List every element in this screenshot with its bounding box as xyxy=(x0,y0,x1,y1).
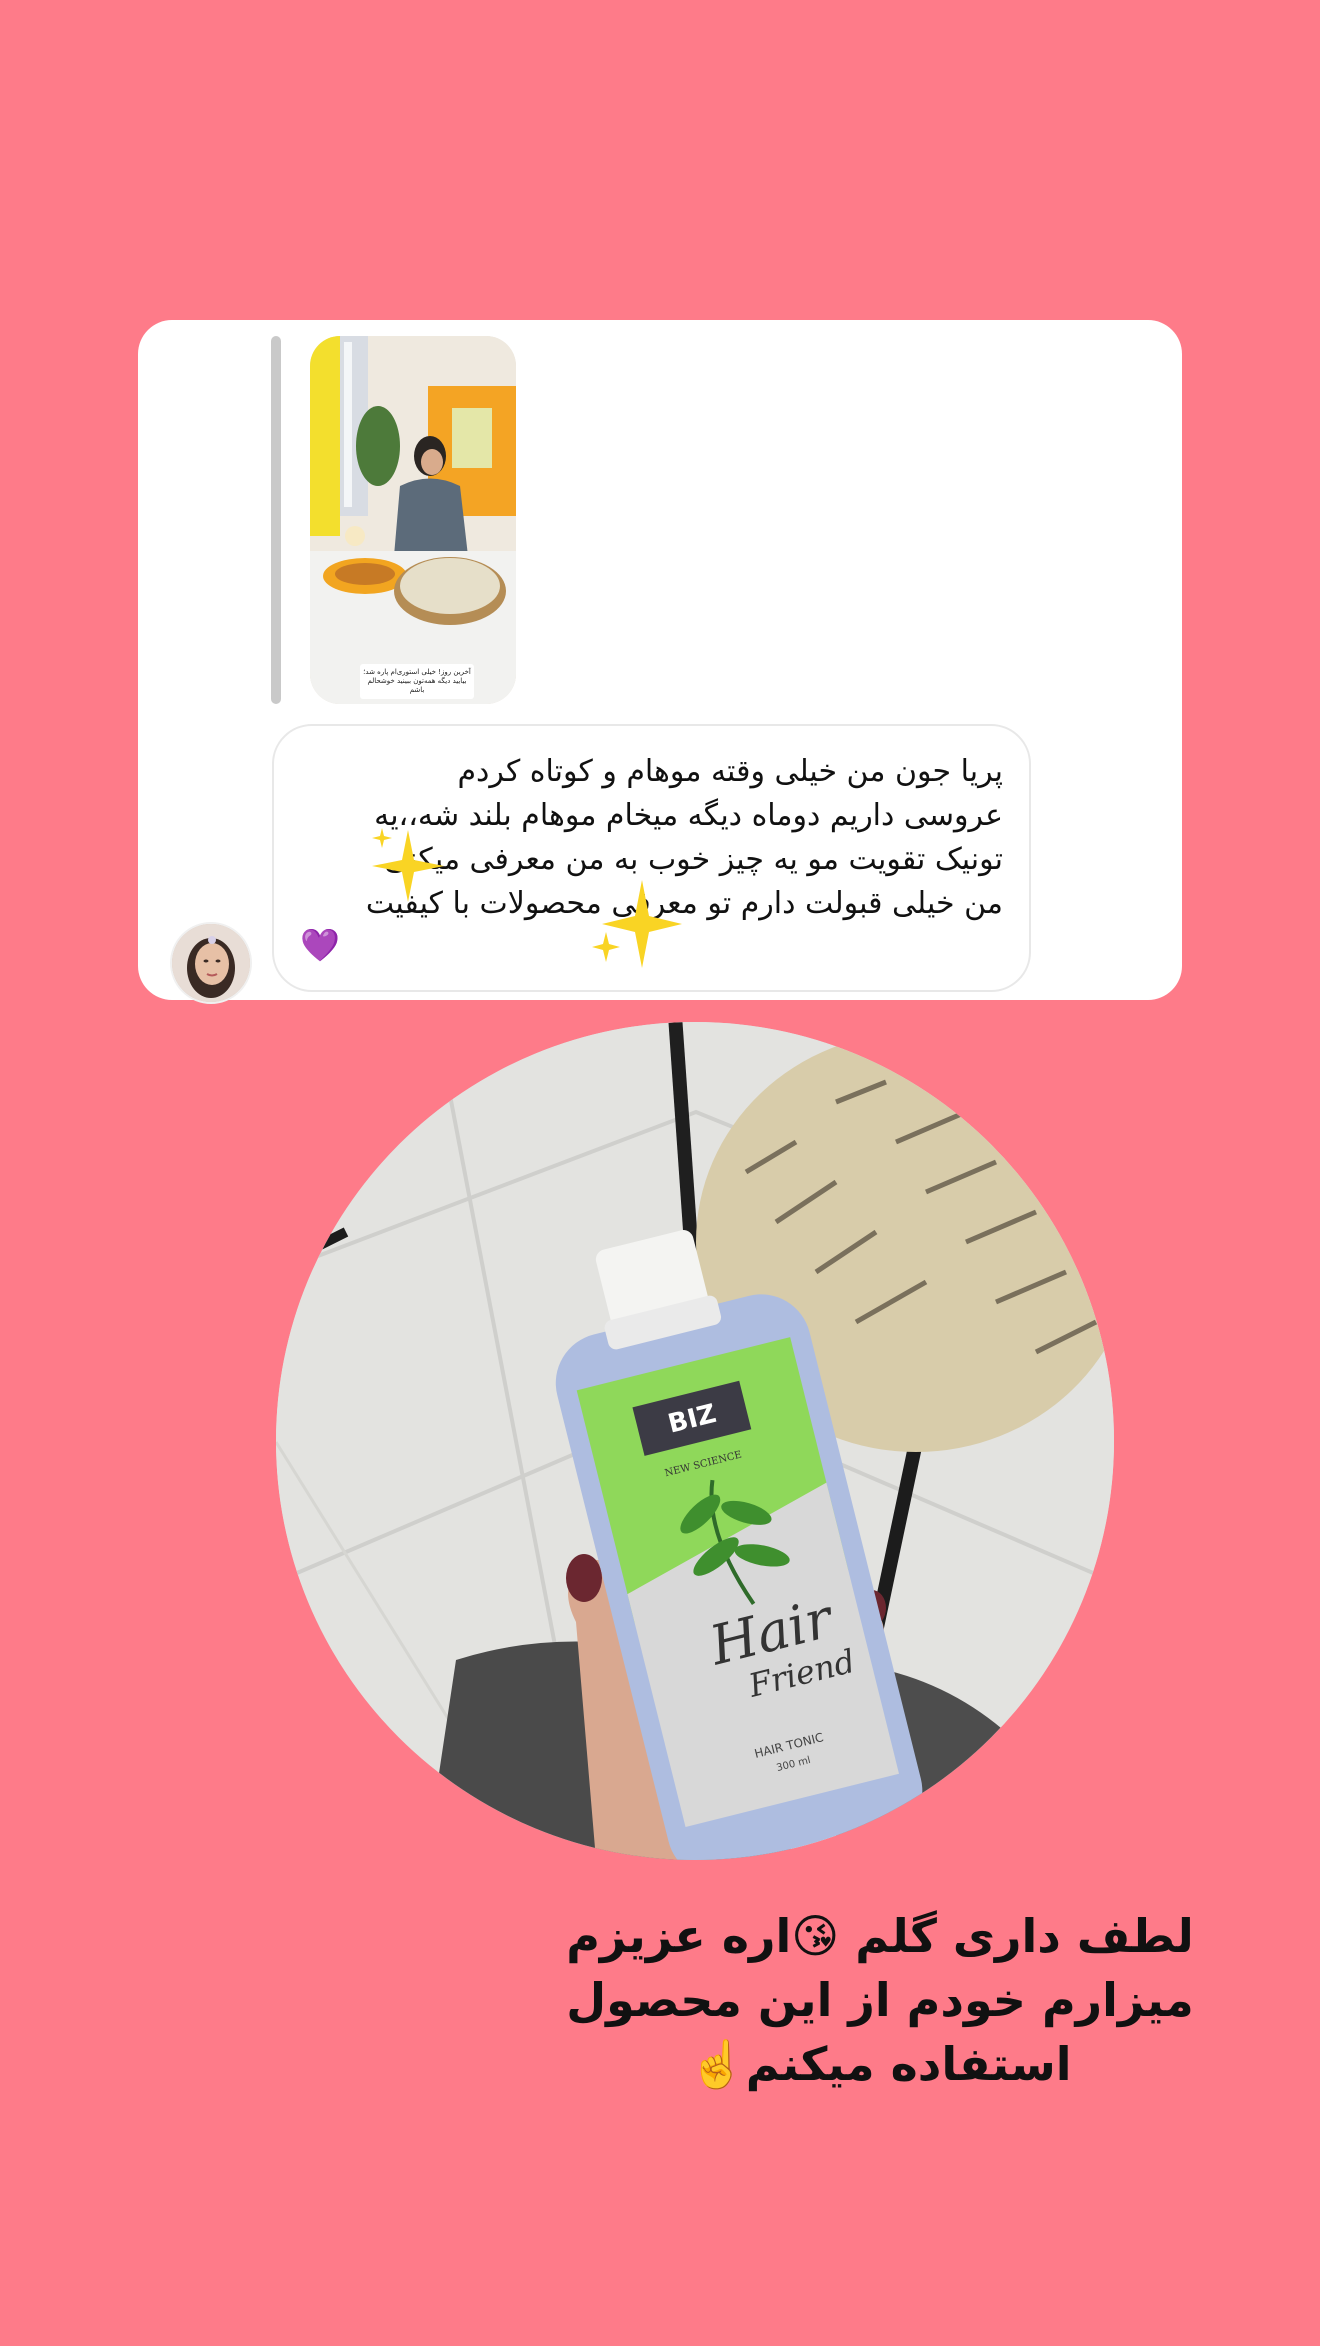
product-photo-illustration: BIZ NEW SCIENCE Hair Friend HAIR TONIC 3… xyxy=(276,1022,1114,1860)
story-answer-text: لطف داری گلم 😘اره عزیزم میزارم خودم از ا… xyxy=(500,1904,1260,2096)
reply-indicator-bar xyxy=(271,336,281,704)
answer-line-3: استفاده میکنم☝️ xyxy=(688,2037,1072,2091)
product-photo: BIZ NEW SCIENCE Hair Friend HAIR TONIC 3… xyxy=(276,1022,1114,1860)
message-line-3: تونیک تقویت مو یه چیز خوب به من معرفی می… xyxy=(384,842,1003,877)
story-thumbnail[interactable]: آخرین روز! خیلی استوری‌ام پاره شد؛ بیایی… xyxy=(310,336,516,704)
sender-avatar[interactable] xyxy=(170,922,252,1004)
message-bubble[interactable]: پریا جون من خیلی وقته موهام و کوتاه کردم… xyxy=(272,724,1031,992)
heart-row: 💜 xyxy=(300,926,1003,964)
avatar-photo xyxy=(172,924,250,1002)
purple-heart-emoji: 💜 xyxy=(300,926,340,964)
answer-line-2: میزارم خودم از این محصول xyxy=(566,1973,1194,2027)
story-photo xyxy=(310,336,516,704)
story-reply-card: آخرین روز! خیلی استوری‌ام پاره شد؛ بیایی… xyxy=(138,320,1182,1004)
answer-line-1: لطف داری گلم 😘اره عزیزم xyxy=(566,1909,1194,1963)
message-line-1: پریا جون من خیلی وقته موهام و کوتاه کردم xyxy=(457,754,1003,789)
message-line-2: عروسی داریم دوماه دیگه میخام موهام بلند … xyxy=(374,798,1003,833)
story-caption: آخرین روز! خیلی استوری‌ام پاره شد؛ بیایی… xyxy=(360,664,474,699)
message-line-4: من خیلی قبولت دارم تو معرفی محصولات با ک… xyxy=(365,886,1003,921)
